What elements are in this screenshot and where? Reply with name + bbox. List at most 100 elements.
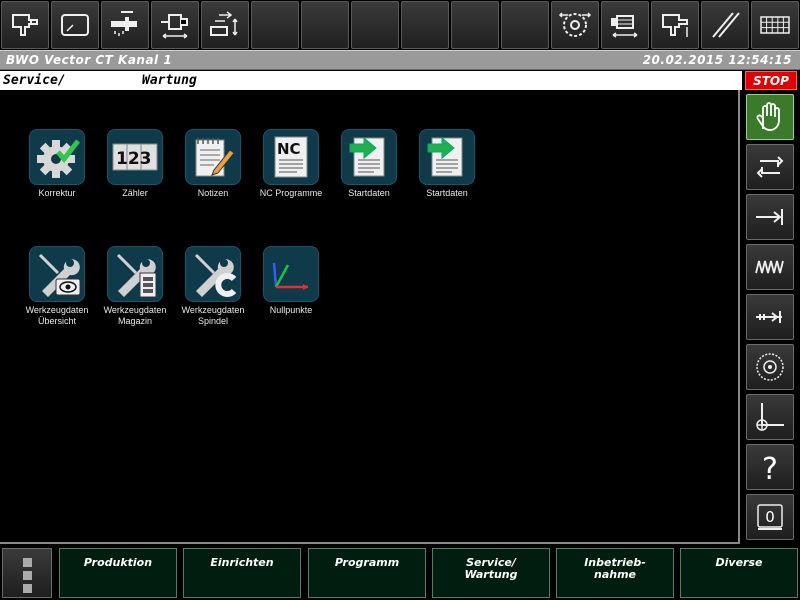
app-label: Werkzeugdaten Übersicht <box>25 305 89 326</box>
svg-text:?: ? <box>762 452 778 485</box>
toolbar-button-workpiece-measure[interactable] <box>601 1 649 49</box>
menu-dots-icon <box>23 584 32 593</box>
app-label: Werkzeugdaten Spindel <box>181 305 245 326</box>
zero-glyph: 0 <box>765 508 775 526</box>
help-glyph: ? <box>762 452 778 485</box>
toolbar-button-empty-6[interactable] <box>501 1 549 49</box>
wrench-eye-icon <box>38 253 81 297</box>
nav-diverse[interactable]: Diverse <box>680 548 798 598</box>
app-startdaten-2[interactable]: Startdaten <box>408 129 486 199</box>
svg-text:0: 0 <box>765 508 775 526</box>
top-toolbar <box>0 0 800 50</box>
wrench-spindle-icon <box>194 253 237 297</box>
main-area: Korrektur 123 Zähler Notizen NC NC Progr… <box>0 90 740 544</box>
breadcrumb-section: Service/ <box>3 73 66 88</box>
parallel-lines-icon <box>712 12 740 38</box>
app-nullpunkte[interactable]: Nullpunkte <box>252 246 330 316</box>
arrow-to-bar-icon <box>756 209 783 225</box>
gear-check-icon <box>37 139 80 178</box>
side-button-single-step[interactable] <box>746 194 794 240</box>
toolbar-button-keyboard[interactable] <box>751 1 799 49</box>
menu-button[interactable] <box>2 548 52 598</box>
zero-reset-icon: 0 <box>757 504 783 530</box>
side-button-oscillation[interactable] <box>746 244 794 290</box>
side-button-reset[interactable]: 0 <box>746 494 794 540</box>
start-document-icon <box>427 136 463 177</box>
help-question-icon: ? <box>762 452 778 485</box>
app-werkzeugdaten-uebersicht[interactable]: Werkzeugdaten Übersicht <box>18 246 96 327</box>
app-nc-programme[interactable]: NC NC Programme <box>252 129 330 199</box>
start-document-icon <box>349 136 385 177</box>
title-bar: BWO Vector CT Kanal 1 20.02.2015 12:54:1… <box>0 50 800 70</box>
toolbar-button-empty-2[interactable] <box>301 1 349 49</box>
toolbar-button-spindle[interactable] <box>1 1 49 49</box>
toolbar-button-grinding-wheel[interactable] <box>551 1 599 49</box>
toolbar-button-coolant[interactable] <box>101 1 149 49</box>
notepad-pencil-icon <box>195 138 235 177</box>
origin-crosshair-icon <box>756 403 784 431</box>
app-werkzeugdaten-spindel[interactable]: Werkzeugdaten Spindel <box>174 246 252 327</box>
svg-text:123: 123 <box>116 149 152 169</box>
app-werkzeugdaten-magazin[interactable]: Werkzeugdaten Magazin <box>96 246 174 327</box>
stop-button[interactable]: STOP <box>745 71 797 90</box>
toolbar-button-empty-1[interactable] <box>251 1 299 49</box>
menu-dots-icon <box>23 558 32 567</box>
app-label: Werkzeugdaten Magazin <box>103 305 167 326</box>
toolbar-button-empty-5[interactable] <box>451 1 499 49</box>
app-label: Startdaten <box>426 188 468 198</box>
right-sidebar: ? 0 <box>742 90 800 546</box>
menu-dots-icon <box>23 571 32 580</box>
workpiece-measure-icon <box>611 15 638 38</box>
app-notizen[interactable]: Notizen <box>174 129 252 199</box>
axes-icon <box>272 262 308 290</box>
counter-digits: 123 <box>116 149 152 169</box>
app-startdaten-1[interactable]: Startdaten <box>330 129 408 199</box>
toolbar-button-empty-3[interactable] <box>351 1 399 49</box>
wrench-magazine-icon <box>116 253 157 298</box>
spindle-tool-icon <box>12 14 38 36</box>
app-label: Nullpunkte <box>269 305 313 315</box>
side-button-help[interactable]: ? <box>746 444 794 490</box>
bottom-nav: Produktion Einrichten Programm Service/ … <box>0 546 800 600</box>
zigzag-icon <box>755 260 784 274</box>
nav-einrichten[interactable]: Einrichten <box>183 548 301 598</box>
side-button-infeed[interactable] <box>746 294 794 340</box>
side-button-zero-point[interactable] <box>746 394 794 440</box>
coolant-tap-icon <box>111 11 137 36</box>
window-title: BWO Vector CT Kanal 1 <box>6 53 173 67</box>
side-button-manual[interactable] <box>746 94 794 140</box>
window-icon <box>61 14 89 36</box>
app-label: NC Programme <box>259 188 323 198</box>
tailstock-icon <box>161 14 188 39</box>
app-zaehler[interactable]: 123 Zähler <box>96 129 174 199</box>
toolbar-button-tailstock[interactable] <box>151 1 199 49</box>
side-button-dressing[interactable] <box>746 344 794 390</box>
counter-icon: 123 <box>112 143 158 171</box>
nav-produktion[interactable]: Produktion <box>59 548 177 598</box>
nav-service-wartung[interactable]: Service/ Wartung <box>432 548 550 598</box>
toolbar-button-empty-4[interactable] <box>401 1 449 49</box>
keyboard-icon <box>760 16 790 34</box>
loader-icon <box>210 11 238 36</box>
app-korrektur[interactable]: Korrektur <box>18 129 96 199</box>
infeed-arrow-icon <box>756 311 782 323</box>
nav-inbetriebnahme[interactable]: Inbetrieb- nahme <box>556 548 674 598</box>
breadcrumb-page: Wartung <box>142 73 197 88</box>
nc-document-icon: NC <box>274 136 308 178</box>
toolbar-button-tool-measure[interactable] <box>651 1 699 49</box>
toolbar-button-loader[interactable] <box>201 1 249 49</box>
side-button-cycle[interactable] <box>746 144 794 190</box>
cycle-arrows-icon <box>756 156 784 178</box>
nav-programm[interactable]: Programm <box>308 548 426 598</box>
breadcrumb: Service/ Wartung <box>0 71 742 90</box>
hand-icon <box>756 102 780 131</box>
svg-text:NC: NC <box>277 140 301 158</box>
datetime: 20.02.2015 12:54:15 <box>642 53 792 67</box>
toolbar-button-window[interactable] <box>51 1 99 49</box>
app-label: Notizen <box>197 188 229 198</box>
tool-measure-icon <box>662 14 688 37</box>
nc-text: NC <box>277 140 301 158</box>
toolbar-button-parallel[interactable] <box>701 1 749 49</box>
grinding-wheel-icon <box>558 12 592 37</box>
dressing-wheel-icon <box>756 353 784 381</box>
